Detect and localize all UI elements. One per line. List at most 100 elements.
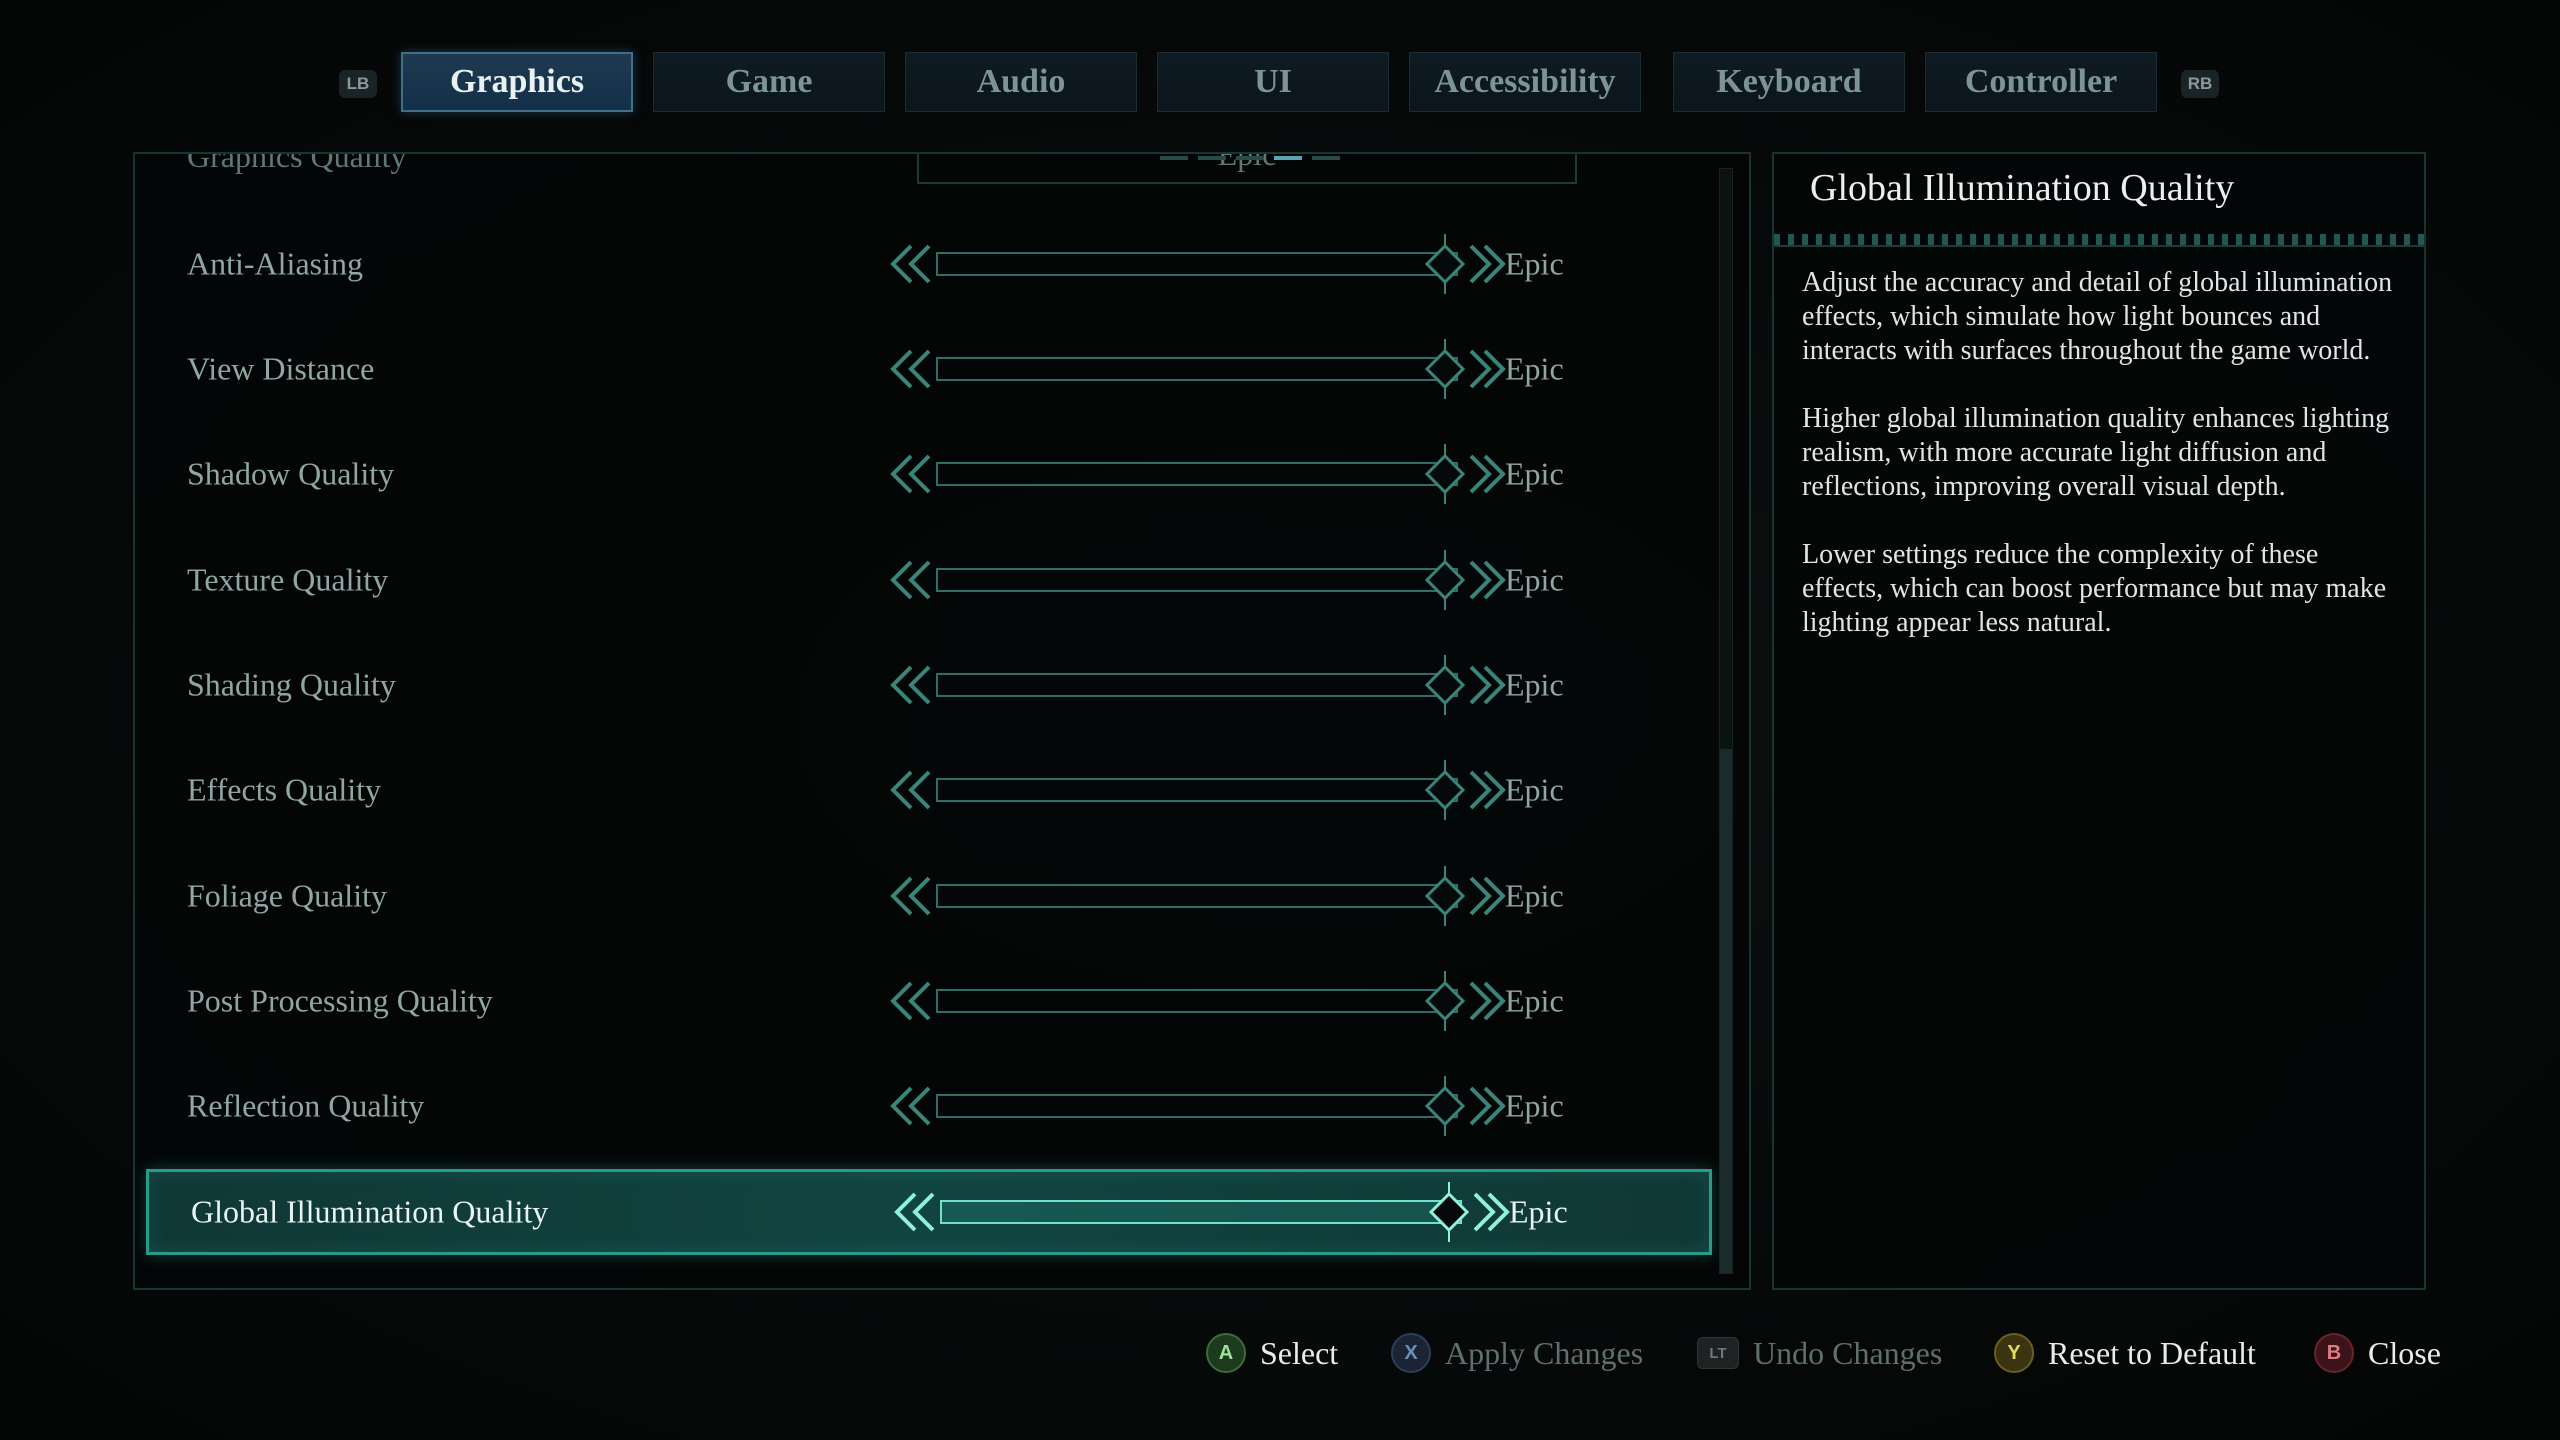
settings-scrollbar[interactable] [1719, 168, 1733, 1274]
setting-row-shading-quality[interactable]: Shading Quality Epic [145, 643, 1705, 727]
setting-row-shadow-quality[interactable]: Shadow Quality Epic [145, 432, 1705, 516]
slider-graphic [890, 550, 1506, 610]
chevron-double-right-icon [1473, 1192, 1510, 1232]
slider-track [936, 884, 1458, 908]
description-paragraph: Adjust the accuracy and detail of global… [1802, 267, 2393, 366]
lb-bumper-icon[interactable]: LB [339, 70, 377, 98]
setting-row-texture-quality[interactable]: Texture Quality Epic [145, 538, 1705, 622]
slider-graphic [890, 971, 1506, 1031]
quality-slider[interactable] [885, 969, 1507, 1033]
quality-slider[interactable] [885, 442, 1507, 506]
hint-label: Apply Changes [1445, 1334, 1644, 1371]
tab-ui[interactable]: UI [1157, 52, 1389, 112]
settings-tab-bar: LB Graphics Game Audio UI Accessibility … [0, 52, 2560, 116]
quality-slider[interactable] [885, 548, 1507, 612]
quality-slider[interactable] [885, 653, 1507, 717]
slider-graphic [890, 339, 1506, 399]
slider-track [936, 778, 1458, 802]
slider-graphic [890, 866, 1506, 926]
quality-slider[interactable] [885, 864, 1507, 928]
setting-value: Epic [1505, 455, 1564, 492]
slider-graphic [890, 655, 1506, 715]
tab-accessibility[interactable]: Accessibility [1409, 52, 1641, 112]
quality-slider[interactable] [889, 1180, 1511, 1244]
reset-to-default-hint[interactable]: Y Reset to Default [1994, 1328, 2256, 1378]
tab-keyboard[interactable]: Keyboard [1673, 52, 1905, 112]
diamond-handle-icon [1424, 1085, 1466, 1127]
rb-bumper-icon[interactable]: RB [2181, 70, 2219, 98]
tab-audio[interactable]: Audio [905, 52, 1137, 112]
chevron-double-left-icon [890, 1086, 931, 1126]
slider-track [936, 989, 1458, 1013]
preset-page-dots [1160, 156, 1340, 160]
chevron-double-left-icon [890, 981, 931, 1021]
setting-value: Epic [1505, 771, 1564, 808]
b-button-icon: B [2314, 1333, 2354, 1373]
slider-track [936, 1094, 1458, 1118]
tab-graphics[interactable]: Graphics [401, 52, 633, 112]
diamond-handle-icon [1424, 348, 1466, 390]
apply-changes-hint[interactable]: X Apply Changes [1391, 1328, 1643, 1378]
setting-row-reflection-quality[interactable]: Reflection Quality Epic [145, 1064, 1705, 1148]
slider-graphic [894, 1182, 1510, 1242]
setting-row-graphics-quality[interactable]: Graphics Quality Epic [135, 154, 1655, 196]
hint-label: Reset to Default [2048, 1334, 2256, 1371]
setting-label: Shadow Quality [187, 455, 395, 492]
chevron-double-right-icon [1469, 770, 1506, 810]
slider-track [936, 462, 1458, 486]
diamond-handle-icon [1424, 769, 1466, 811]
diamond-handle-icon [1424, 875, 1466, 917]
setting-label: Global Illumination Quality [191, 1193, 549, 1230]
setting-row-effects-quality[interactable]: Effects Quality Epic [145, 748, 1705, 832]
chevron-double-right-icon [1469, 981, 1506, 1021]
setting-label: Foliage Quality [187, 877, 387, 914]
setting-row-foliage-quality[interactable]: Foliage Quality Epic [145, 854, 1705, 938]
diamond-handle-icon [1428, 1191, 1470, 1233]
setting-value: Epic [1505, 982, 1564, 1019]
tab-game[interactable]: Game [653, 52, 885, 112]
setting-row-view-distance[interactable]: View Distance Epic [145, 327, 1705, 411]
chevron-double-right-icon [1469, 560, 1506, 600]
slider-track [936, 673, 1458, 697]
setting-row-global-illumination-quality[interactable]: Global Illumination Quality Epic [146, 1169, 1712, 1255]
quality-slider[interactable] [885, 1074, 1507, 1138]
chevron-double-right-icon [1469, 349, 1506, 389]
description-paragraph: Lower settings reduce the complexity of … [1802, 539, 2387, 638]
setting-value: Epic [1505, 245, 1564, 282]
setting-value: Epic [1505, 350, 1564, 387]
undo-changes-hint[interactable]: LT Undo Changes [1697, 1328, 1942, 1378]
chevron-double-right-icon [1469, 665, 1506, 705]
setting-value: Epic [1505, 877, 1564, 914]
setting-label: Texture Quality [187, 561, 389, 598]
y-button-icon: Y [1994, 1333, 2034, 1373]
setting-label: Shading Quality [187, 666, 396, 703]
chevron-double-right-icon [1469, 454, 1506, 494]
description-body: Adjust the accuracy and detail of global… [1802, 266, 2402, 674]
setting-label: Reflection Quality [187, 1087, 425, 1124]
setting-label: Effects Quality [187, 771, 382, 808]
chevron-double-left-icon [890, 770, 931, 810]
quality-slider[interactable] [885, 758, 1507, 822]
slider-graphic [890, 1076, 1506, 1136]
hint-label: Close [2368, 1334, 2441, 1371]
slider-track [936, 252, 1458, 276]
chevron-double-left-icon [890, 560, 931, 600]
setting-row-anti-aliasing[interactable]: Anti-Aliasing Epic [145, 222, 1705, 306]
diamond-handle-icon [1424, 453, 1466, 495]
chevron-double-left-icon [890, 876, 931, 916]
diamond-handle-icon [1424, 980, 1466, 1022]
quality-slider[interactable] [885, 232, 1507, 296]
close-hint[interactable]: B Close [2314, 1328, 2441, 1378]
tab-controller[interactable]: Controller [1925, 52, 2157, 112]
setting-row-post-processing-quality[interactable]: Post Processing Quality Epic [145, 959, 1705, 1043]
scrollbar-thumb[interactable] [1720, 749, 1732, 1273]
slider-track [936, 568, 1458, 592]
quality-slider[interactable] [885, 337, 1507, 401]
description-title: Global Illumination Quality [1810, 167, 2235, 209]
hint-label: Undo Changes [1753, 1334, 1943, 1371]
chevron-double-left-icon [890, 665, 931, 705]
setting-value: Epic [1505, 1087, 1564, 1124]
chevron-double-left-icon [890, 244, 931, 284]
select-hint[interactable]: A Select [1206, 1328, 1338, 1378]
description-panel: Global Illumination Quality Adjust the a… [1772, 152, 2426, 1290]
